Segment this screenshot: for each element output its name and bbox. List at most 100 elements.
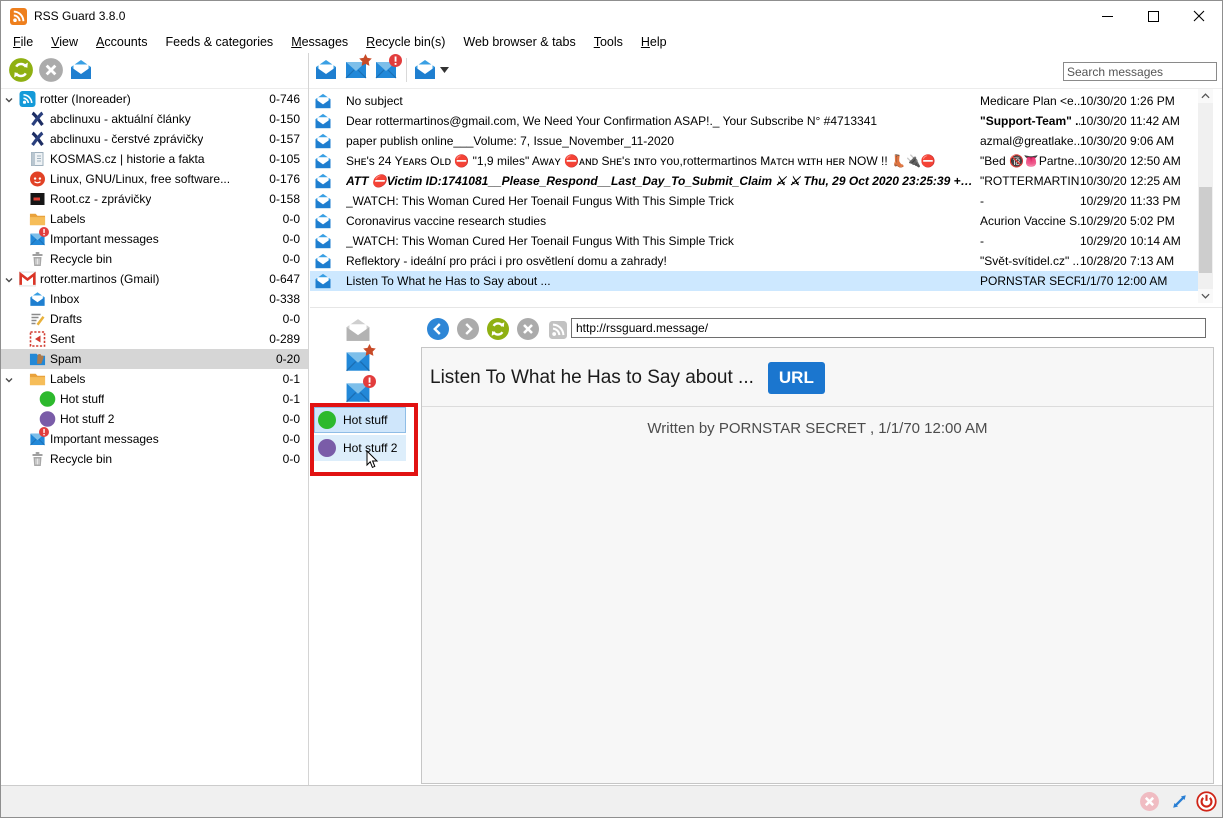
sidebar-item-spam[interactable]: Spam0-20 xyxy=(1,349,308,369)
message-date: 10/28/20 7:13 AM xyxy=(1080,254,1198,268)
power-quit-icon[interactable] xyxy=(1196,791,1217,812)
sidebar-item-hot-stuff-2[interactable]: Hot stuff 20-0 xyxy=(1,409,308,429)
sidebar-item-labels[interactable]: Labels0-1 xyxy=(1,369,308,389)
stop-load-icon[interactable] xyxy=(516,317,540,341)
close-button[interactable] xyxy=(1176,1,1222,31)
message-list-scrollbar[interactable] xyxy=(1198,89,1213,303)
sidebar-item-root-cz-zpr-vi-ky[interactable]: Root.cz - zprávičky0-158 xyxy=(1,189,308,209)
sidebar-item-hot-stuff[interactable]: Hot stuff0-1 xyxy=(1,389,308,409)
message-subject: ATT ⛔Victim ID:1741081__Please_Respond__… xyxy=(346,174,980,188)
sidebar-item-drafts[interactable]: Drafts0-0 xyxy=(1,309,308,329)
message-subject: Coronavirus vaccine research studies xyxy=(346,214,980,228)
status-bar xyxy=(1,785,1222,817)
unread-total-count: 0-0 xyxy=(283,312,300,326)
message-row[interactable]: Coronavirus vaccine research studiesAcur… xyxy=(310,211,1198,231)
mark-read-dropdown-icon[interactable] xyxy=(412,56,450,83)
unread-mail-icon xyxy=(314,193,332,209)
scrollbar-thumb[interactable] xyxy=(1199,187,1212,273)
message-row[interactable]: Sʜᴇ's 24 Yᴇᴀʀs Oʟᴅ ⛔ "1,9 miles" Aᴡᴀʏ ⛔ᴀ… xyxy=(310,151,1198,171)
message-row[interactable]: _WATCH: This Woman Cured Her Toenail Fun… xyxy=(310,191,1198,211)
feed-label: Important messages xyxy=(50,232,159,246)
mark-message-read-icon[interactable] xyxy=(312,56,339,83)
unread-total-count: 0-0 xyxy=(283,412,300,426)
sidebar-item-inbox[interactable]: Inbox0-338 xyxy=(1,289,308,309)
preview-side-toolbar xyxy=(339,314,377,407)
message-row[interactable]: Dear rottermartinos@gmail.com, We Need Y… xyxy=(310,111,1198,131)
sidebar-item-sent[interactable]: Sent0-289 xyxy=(1,329,308,349)
url-button[interactable]: URL xyxy=(768,362,825,394)
back-icon[interactable] xyxy=(426,317,450,341)
circle-green-icon xyxy=(39,391,56,407)
unread-total-count: 0-1 xyxy=(283,372,300,386)
sidebar-item-linux-gnu-linux-free-software[interactable]: Linux, GNU/Linux, free software...0-176 xyxy=(1,169,308,189)
menu-accounts[interactable]: Accounts xyxy=(87,32,156,52)
sidebar-item-abclinuxu-erstv-zpr-vi-ky[interactable]: abclinuxu - čerstvé zprávičky0-157 xyxy=(1,129,308,149)
abclinuxu-icon xyxy=(29,111,46,127)
stop-icon[interactable] xyxy=(37,56,64,83)
fullscreen-icon[interactable] xyxy=(1169,791,1190,812)
message-sender: PORNSTAR SECR... xyxy=(980,274,1080,288)
message-sender: "Svět-svítidel.cz" ... xyxy=(980,254,1080,268)
mark-starred-icon[interactable] xyxy=(342,56,369,83)
trash-icon xyxy=(29,451,46,467)
message-row[interactable]: _WATCH: This Woman Cured Her Toenail Fun… xyxy=(310,231,1198,251)
message-byline: Written by PORNSTAR SECRET , 1/1/70 12:0… xyxy=(422,407,1213,437)
unread-mail-icon xyxy=(314,133,332,149)
menu-feeds-categories[interactable]: Feeds & categories xyxy=(156,32,282,52)
menu-view[interactable]: View xyxy=(42,32,87,52)
scroll-up-icon[interactable] xyxy=(1198,89,1213,103)
unread-total-count: 0-1 xyxy=(283,392,300,406)
url-input[interactable] xyxy=(571,318,1206,338)
mark-read-icon[interactable] xyxy=(67,56,94,83)
message-row[interactable]: paper publish online___Volume: 7, Issue_… xyxy=(310,131,1198,151)
inoreader-icon xyxy=(19,91,36,107)
message-sender: Acurion Vaccine S... xyxy=(980,214,1080,228)
drafts-icon xyxy=(29,311,46,327)
menu-messages[interactable]: Messages xyxy=(282,32,357,52)
scroll-down-icon[interactable] xyxy=(1198,289,1213,303)
sidebar-item-important-messages[interactable]: Important messages0-0 xyxy=(1,229,308,249)
sidebar-item-rotter-inoreader[interactable]: rotter (Inoreader)0-746 xyxy=(1,89,308,109)
menu-tools[interactable]: Tools xyxy=(585,32,632,52)
message-date: 10/30/20 12:50 AM xyxy=(1080,154,1198,168)
sidebar-item-recycle-bin[interactable]: Recycle bin0-0 xyxy=(1,449,308,469)
menu-file[interactable]: File xyxy=(4,32,42,52)
message-row[interactable]: ATT ⛔Victim ID:1741081__Please_Respond__… xyxy=(310,171,1198,191)
sidebar-item-kosmas-cz-historie-a-fakta[interactable]: KOSMAS.cz | historie a fakta0-105 xyxy=(1,149,308,169)
maximize-button[interactable] xyxy=(1130,1,1176,31)
feed-label: abclinuxu - čerstvé zprávičky xyxy=(50,132,203,146)
menu-help[interactable]: Help xyxy=(632,32,676,52)
message-preview: Listen To What he Has to Say about ... U… xyxy=(421,347,1214,784)
unread-total-count: 0-158 xyxy=(269,192,300,206)
annotation-highlight-box xyxy=(310,403,418,476)
message-subject: Dear rottermartinos@gmail.com, We Need Y… xyxy=(346,114,980,128)
forward-icon[interactable] xyxy=(456,317,480,341)
message-row[interactable]: Listen To What he Has to Say about ...PO… xyxy=(310,271,1198,291)
sidebar-item-recycle-bin[interactable]: Recycle bin0-0 xyxy=(1,249,308,269)
message-date: 10/29/20 10:14 AM xyxy=(1080,234,1198,248)
mark-read-gray-icon[interactable] xyxy=(339,314,377,345)
refresh-feeds-icon[interactable] xyxy=(7,56,34,83)
chevron-down-icon[interactable] xyxy=(4,374,14,384)
message-row[interactable]: No subjectMedicare Plan <e...10/30/20 1:… xyxy=(310,91,1198,111)
sidebar-item-important-messages[interactable]: Important messages0-0 xyxy=(1,429,308,449)
unread-mail-icon xyxy=(314,233,332,249)
close-tab-disabled-icon[interactable] xyxy=(1139,791,1160,812)
sidebar-item-rotter-martinos-gmail[interactable]: rotter.martinos (Gmail)0-647 xyxy=(1,269,308,289)
sidebar-item-labels[interactable]: Labels0-0 xyxy=(1,209,308,229)
reload-icon[interactable] xyxy=(486,317,510,341)
feed-label: Recycle bin xyxy=(50,252,112,266)
search-input[interactable] xyxy=(1063,62,1217,81)
chevron-down-icon[interactable] xyxy=(4,274,14,284)
chevron-down-icon[interactable] xyxy=(4,94,14,104)
list-preview-divider[interactable] xyxy=(310,307,1222,308)
star-label-icon[interactable] xyxy=(339,345,377,376)
sidebar-item-abclinuxu-aktu-ln-l-nky[interactable]: abclinuxu - aktuální články0-150 xyxy=(1,109,308,129)
message-sender: - xyxy=(980,234,1080,248)
menu-recycle-bin-s[interactable]: Recycle bin(s) xyxy=(357,32,454,52)
mark-important-icon[interactable] xyxy=(372,56,399,83)
menu-web-browser-tabs[interactable]: Web browser & tabs xyxy=(454,32,584,52)
message-row[interactable]: Reflektory - ideální pro práci i pro osv… xyxy=(310,251,1198,271)
trash-icon xyxy=(29,251,46,267)
minimize-button[interactable] xyxy=(1084,1,1130,31)
